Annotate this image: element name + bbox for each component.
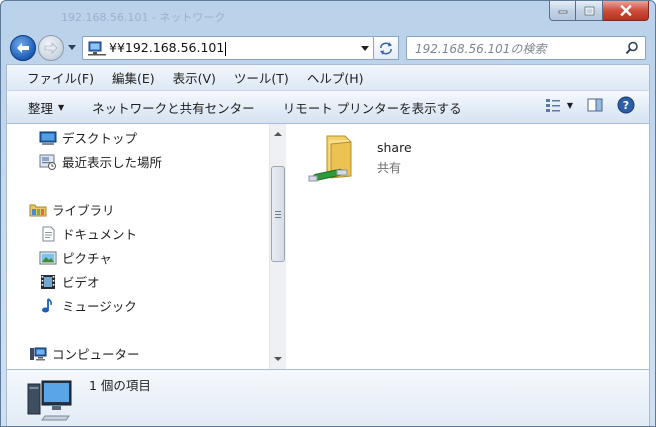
nav-item-label: ライブラリ	[52, 203, 115, 218]
back-button[interactable]	[10, 35, 36, 61]
nav-item-documents[interactable]: ドキュメント	[39, 224, 137, 243]
menu-view[interactable]: 表示(V)	[173, 68, 216, 87]
music-icon	[42, 297, 52, 312]
recent-places-icon	[39, 154, 56, 170]
nav-item-label: コンピューター	[52, 347, 140, 362]
explorer-window: 192.168.56.101 - ネットワーク ¥¥192.168.56.101…	[0, 0, 656, 427]
chevron-down-icon: ▼	[58, 102, 65, 112]
document-icon	[42, 226, 55, 241]
address-dropdown-icon[interactable]	[361, 44, 369, 52]
computer-icon	[27, 380, 72, 421]
item-type: 共有	[377, 161, 402, 175]
help-button[interactable]: ?	[617, 96, 635, 114]
scroll-up-button[interactable]	[270, 126, 286, 142]
nav-item-libraries[interactable]: ライブラリ	[29, 200, 115, 219]
forward-arrow-icon	[44, 42, 58, 54]
nav-item-recent-places[interactable]: 最近表示した場所	[39, 152, 162, 171]
details-pane: 1 個の項目	[6, 369, 650, 426]
picture-icon	[39, 251, 57, 264]
command-bar: 整理 ▼ ネットワークと共有センター リモート プリンターを表示する ▼ ?	[6, 90, 650, 124]
item-name: share	[377, 140, 412, 155]
nav-item-pictures[interactable]: ピクチャ	[39, 248, 112, 267]
network-sharing-center-label: ネットワークと共有センター	[92, 100, 255, 116]
maximize-icon	[584, 6, 594, 15]
maximize-button[interactable]	[576, 1, 603, 21]
minimize-button[interactable]	[549, 1, 576, 21]
back-arrow-icon	[17, 43, 29, 53]
search-icon[interactable]	[625, 41, 639, 55]
navigation-pane: デスクトップ 最近表示した場所 ライブラリ ドキュメント ピクチャ ビデオ ミュ…	[7, 124, 269, 369]
navigation-bar: ¥¥192.168.56.101 192.168.56.101の検索	[1, 33, 655, 63]
desktop-icon	[39, 131, 57, 145]
library-folder-icon	[29, 204, 47, 216]
refresh-button[interactable]	[374, 36, 399, 60]
scroll-up-icon	[274, 132, 282, 136]
network-location-icon	[88, 41, 106, 56]
scroll-thumb[interactable]	[271, 166, 285, 262]
window-controls	[549, 1, 649, 21]
view-controls: ▼ ?	[531, 96, 635, 114]
address-bar[interactable]: ¥¥192.168.56.101	[82, 36, 374, 60]
video-icon	[41, 274, 55, 289]
window-title: 192.168.56.101 - ネットワーク	[61, 11, 226, 24]
nav-item-label: 最近表示した場所	[62, 155, 163, 170]
file-list: share 共有	[287, 124, 649, 369]
list-item[interactable]: share 共有	[307, 132, 417, 188]
scroll-down-button[interactable]	[270, 351, 286, 367]
nav-item-desktop[interactable]: デスクトップ	[39, 128, 137, 147]
menu-edit[interactable]: 編集(E)	[112, 68, 155, 87]
menu-tools[interactable]: ツール(T)	[234, 68, 289, 87]
shared-folder-icon	[308, 135, 352, 182]
menu-file[interactable]: ファイル(F)	[27, 68, 94, 87]
change-view-button[interactable]: ▼	[545, 98, 573, 112]
address-path: ¥¥192.168.56.101	[109, 40, 227, 56]
scroll-down-icon	[274, 357, 282, 361]
organize-button[interactable]: 整理 ▼	[28, 98, 64, 117]
preview-pane-button[interactable]	[587, 98, 603, 112]
title-bar[interactable]: 192.168.56.101 - ネットワーク	[1, 1, 655, 31]
menu-bar: ファイル(F) 編集(E) 表示(V) ツール(T) ヘルプ(H)	[6, 64, 650, 90]
refresh-icon	[380, 42, 392, 55]
organize-label: 整理	[28, 100, 54, 116]
forward-button[interactable]	[38, 35, 64, 61]
computer-icon	[30, 347, 47, 360]
nav-item-videos[interactable]: ビデオ	[39, 272, 100, 291]
main-panes: デスクトップ 最近表示した場所 ライブラリ ドキュメント ピクチャ ビデオ ミュ…	[6, 124, 650, 369]
search-box[interactable]: 192.168.56.101の検索	[406, 36, 646, 60]
nav-item-label: ドキュメント	[62, 227, 138, 242]
close-button[interactable]	[603, 1, 649, 21]
network-sharing-center-button[interactable]: ネットワークと共有センター	[92, 98, 255, 117]
preview-pane-icon	[587, 98, 603, 112]
view-remote-printers-label: リモート プリンターを表示する	[282, 100, 462, 116]
nav-item-label: ビデオ	[62, 275, 100, 290]
nav-item-label: ミュージック	[62, 299, 137, 314]
close-icon	[619, 5, 632, 16]
svg-text:?: ?	[623, 99, 629, 112]
minimize-icon	[558, 10, 567, 13]
scroll-grip-icon	[275, 210, 281, 218]
help-icon: ?	[617, 96, 635, 114]
nav-pane-scrollbar[interactable]	[269, 124, 286, 369]
recent-pages-dropdown-icon[interactable]	[67, 42, 77, 52]
search-placeholder: 192.168.56.101の検索	[415, 41, 547, 56]
item-count: 1 個の項目	[89, 378, 151, 393]
view-options-icon	[545, 99, 560, 112]
nav-item-label: ピクチャ	[62, 251, 112, 266]
view-dropdown-icon[interactable]: ▼	[567, 101, 573, 110]
nav-item-music[interactable]: ミュージック	[39, 296, 137, 315]
view-remote-printers-button[interactable]: リモート プリンターを表示する	[283, 98, 462, 117]
nav-item-computer[interactable]: コンピューター	[29, 344, 140, 363]
menu-help[interactable]: ヘルプ(H)	[307, 68, 364, 87]
nav-item-label: デスクトップ	[62, 131, 138, 146]
